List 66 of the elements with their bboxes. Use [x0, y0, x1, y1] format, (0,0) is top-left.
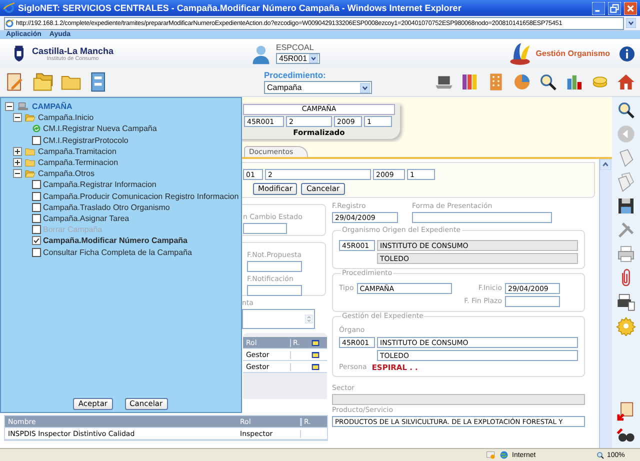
folder-icon — [24, 157, 36, 168]
tree-root[interactable]: CAMPAÑA — [32, 102, 72, 112]
minimize-icon[interactable] — [592, 2, 605, 14]
pie-chart-icon[interactable] — [512, 72, 532, 92]
tree-item[interactable]: Campaña.Inicio — [38, 113, 94, 122]
procedure-label: Procedimiento: — [264, 70, 327, 80]
tree-item[interactable]: Campaña.Terminacion — [38, 158, 118, 168]
date-field[interactable] — [243, 223, 287, 234]
tree-item[interactable]: Campaña.Tramitacion — [38, 146, 116, 156]
tree-item[interactable]: Campaña.Asignar Tarea — [43, 214, 130, 223]
globe-icon — [499, 450, 509, 460]
collapse-icon[interactable] — [13, 169, 22, 178]
restore-icon[interactable] — [608, 2, 621, 14]
checkmark-icon — [33, 237, 40, 244]
search-icon[interactable] — [616, 100, 636, 120]
folders-icon[interactable] — [32, 71, 54, 93]
checkbox[interactable] — [32, 202, 41, 212]
logo-title: Castilla-La Mancha — [32, 46, 114, 56]
text-field[interactable] — [332, 394, 585, 405]
collapse-icon[interactable] — [5, 102, 14, 112]
open-folder-icon — [24, 112, 36, 124]
scroll-up-icon[interactable] — [600, 159, 611, 170]
folder-icon — [24, 146, 36, 157]
browser-logo-icon — [3, 2, 15, 14]
checkbox[interactable] — [32, 248, 41, 257]
procedure-select[interactable]: Campaña — [264, 81, 372, 94]
computer-icon — [16, 101, 30, 112]
expand-icon[interactable] — [13, 146, 22, 156]
date-field[interactable] — [247, 261, 302, 272]
tree-item[interactable]: Campaña.Modificar Número Campaña — [43, 236, 188, 246]
house-icon[interactable] — [616, 72, 636, 92]
tree-item[interactable]: CM.I.Registrar Nueva Campaña — [43, 124, 157, 134]
tree-item[interactable]: Campaña.Producir Comunicacion Registro Informacion — [43, 192, 239, 201]
tree-item[interactable]: Campaña.Traslado Otro Organismo — [43, 202, 170, 212]
dropdown-icon — [309, 54, 318, 63]
collapse-icon[interactable] — [13, 113, 22, 122]
checkbox[interactable] — [32, 180, 41, 190]
expand-icon[interactable] — [13, 158, 22, 168]
info-icon[interactable] — [618, 44, 636, 62]
tree-item[interactable]: Campaña.Otros — [38, 169, 94, 178]
checkbox[interactable] — [32, 236, 41, 246]
circular-arrows-icon — [32, 124, 41, 134]
user-name: ESPCOAL — [276, 43, 315, 52]
window-title: SigloNET: SERVICIOS CENTRALES - Campaña.Modificar Número Campaña - Windows Internet Explorer — [18, 3, 462, 13]
tree-item[interactable]: CM.I.RegistrarProtocolo — [43, 136, 128, 145]
open-folder-icon — [24, 168, 36, 180]
section-name: Gestión Organismo — [536, 49, 610, 58]
dropdown-icon[interactable] — [626, 18, 636, 28]
scrollbar[interactable] — [599, 159, 612, 448]
date-field[interactable] — [247, 285, 302, 296]
checkbox[interactable] — [32, 192, 41, 201]
dropdown-icon — [360, 82, 370, 92]
checkbox[interactable] — [32, 136, 41, 145]
tree-item[interactable]: Campaña.Registrar Informacion — [43, 180, 156, 190]
tree-item[interactable]: Consultar Ficha Completa de la Campaña — [43, 248, 192, 257]
page-icon — [5, 18, 14, 28]
zoom-icon[interactable] — [596, 450, 605, 460]
office-select[interactable]: 45R001 — [276, 53, 320, 64]
date-field[interactable] — [505, 296, 560, 307]
tree-item: Borrar Campaña — [43, 225, 102, 234]
checkbox[interactable] — [32, 214, 41, 223]
clipboard-icon[interactable] — [616, 401, 636, 421]
close-icon[interactable] — [624, 2, 637, 14]
magnifier-icon[interactable] — [538, 72, 558, 92]
printer-icon[interactable] — [616, 292, 636, 312]
text-field[interactable] — [412, 212, 552, 223]
